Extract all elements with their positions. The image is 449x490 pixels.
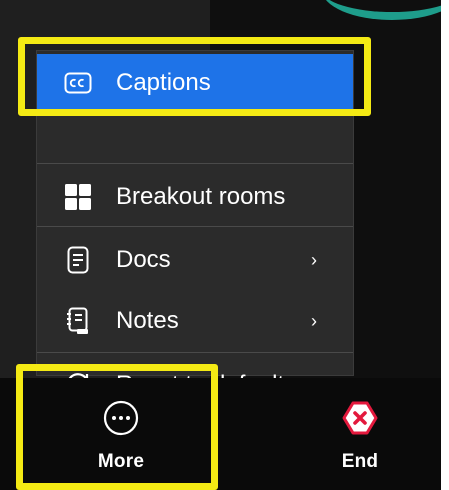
chevron-right-icon: › (311, 310, 317, 331)
menu-divider (37, 163, 353, 164)
menu-item-label: Notes (116, 307, 179, 334)
menu-item-docs[interactable]: Docs › (37, 231, 353, 289)
captions-highlight-box (18, 37, 371, 116)
menu-item-label: Docs (116, 246, 171, 273)
more-highlight-box (16, 364, 218, 490)
docs-icon (63, 245, 93, 275)
breakout-rooms-icon (63, 182, 93, 212)
menu-divider (37, 352, 353, 353)
menu-item-notes[interactable]: Notes › (37, 292, 353, 350)
chevron-right-icon: › (311, 249, 317, 270)
screen: Captions Breakout rooms Docs › Notes › M… (0, 0, 449, 490)
menu-item-label: Breakout rooms (116, 183, 286, 210)
end-button[interactable]: End (280, 378, 440, 490)
right-edge (441, 0, 449, 490)
notes-icon (63, 306, 93, 336)
end-button-label: End (341, 451, 379, 472)
menu-divider (37, 226, 353, 227)
menu-item-breakout-rooms[interactable]: Breakout rooms (37, 168, 353, 226)
end-call-icon (342, 400, 378, 436)
